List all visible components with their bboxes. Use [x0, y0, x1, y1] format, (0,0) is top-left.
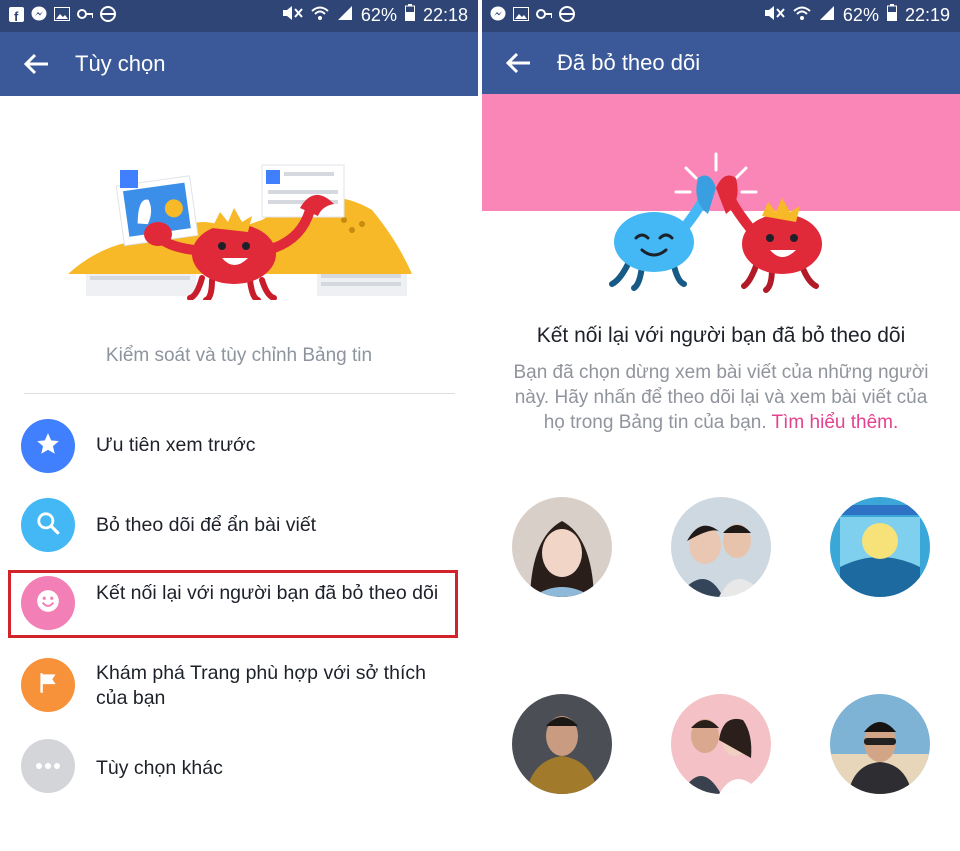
facebook-notification-icon: f	[8, 6, 24, 22]
wifi-icon	[793, 5, 811, 26]
svg-text:f: f	[14, 9, 19, 22]
clock: 22:19	[904, 4, 950, 25]
more-icon	[35, 757, 61, 775]
search-icon	[35, 510, 61, 541]
messenger-icon	[31, 6, 47, 22]
crab-illustration	[62, 150, 418, 303]
mute-icon	[281, 5, 303, 26]
friend-avatar-5[interactable]	[671, 694, 771, 794]
app-bar: Tùy chọn	[0, 32, 478, 96]
data-saver-icon	[559, 6, 575, 22]
battery-icon	[404, 4, 415, 26]
mute-icon	[763, 5, 785, 26]
headline: Kết nối lại với người bạn đã bỏ theo dõi	[536, 324, 906, 347]
option-more[interactable]: Tùy chọn khác	[0, 728, 478, 804]
option-see-first[interactable]: Ưu tiên xem trước	[0, 408, 478, 484]
star-icon-circle	[21, 419, 75, 473]
flag-icon	[35, 670, 61, 701]
news-feed-preferences-screen: f 62% 22:18 Tùy chọn Kiểm soát và tùy ch…	[0, 0, 478, 851]
option-label: Khám phá Trang phù hợp với sở thích của …	[96, 662, 426, 709]
wifi-icon	[311, 5, 329, 26]
friend-avatar-3[interactable]	[830, 497, 930, 597]
friend-avatar-6[interactable]	[830, 694, 930, 794]
option-discover-pages[interactable]: Khám phá Trang phù hợp với sở thích của …	[0, 646, 478, 722]
signal-icon	[337, 5, 353, 26]
friend-avatar-2[interactable]	[671, 497, 771, 597]
star-icon	[35, 431, 61, 462]
battery-icon	[886, 4, 897, 26]
data-saver-icon	[100, 6, 116, 22]
clock: 22:18	[422, 4, 468, 25]
more-icon-circle	[21, 739, 75, 793]
flag-icon-circle	[21, 658, 75, 712]
divider	[24, 393, 455, 394]
friend-avatar-4[interactable]	[512, 694, 612, 794]
description: Bạn đã chọn dừng xem bài viết của những …	[502, 360, 940, 435]
app-bar: Đã bỏ theo dõi	[482, 32, 960, 94]
search-icon-circle	[21, 498, 75, 552]
friend-avatar-1[interactable]	[512, 497, 612, 597]
page-title: Đã bỏ theo dõi	[557, 50, 701, 75]
gallery-icon	[54, 6, 70, 22]
status-bar: f 62% 22:18	[0, 0, 478, 32]
back-arrow-icon[interactable]	[22, 50, 50, 78]
unfollowed-screen: 62% 22:19 Đã bỏ theo dõi Kết nối lại với	[482, 0, 960, 851]
battery-percent: 62%	[842, 4, 879, 25]
page-title: Tùy chọn	[75, 51, 166, 76]
status-bar: 62% 22:19	[482, 0, 960, 32]
option-label: Tùy chọn khác	[96, 757, 223, 779]
option-label: Ưu tiên xem trước	[96, 434, 256, 456]
option-unfollow[interactable]: Bỏ theo dõi để ẩn bài viết	[0, 487, 478, 563]
messenger-icon	[490, 6, 506, 22]
signal-icon	[819, 5, 835, 26]
key-icon	[77, 6, 93, 22]
back-arrow-icon[interactable]	[504, 49, 532, 77]
highlight-box	[8, 570, 458, 638]
option-label: Bỏ theo dõi để ẩn bài viết	[96, 514, 317, 536]
key-icon	[536, 6, 552, 22]
section-caption: Kiểm soát và tùy chỉnh Bảng tin	[105, 345, 373, 366]
gallery-icon	[513, 6, 529, 22]
learn-more-link[interactable]: Tìm hiểu thêm.	[772, 412, 899, 433]
battery-percent: 62%	[360, 4, 397, 25]
reconnecting-crabs-illustration	[606, 148, 836, 296]
